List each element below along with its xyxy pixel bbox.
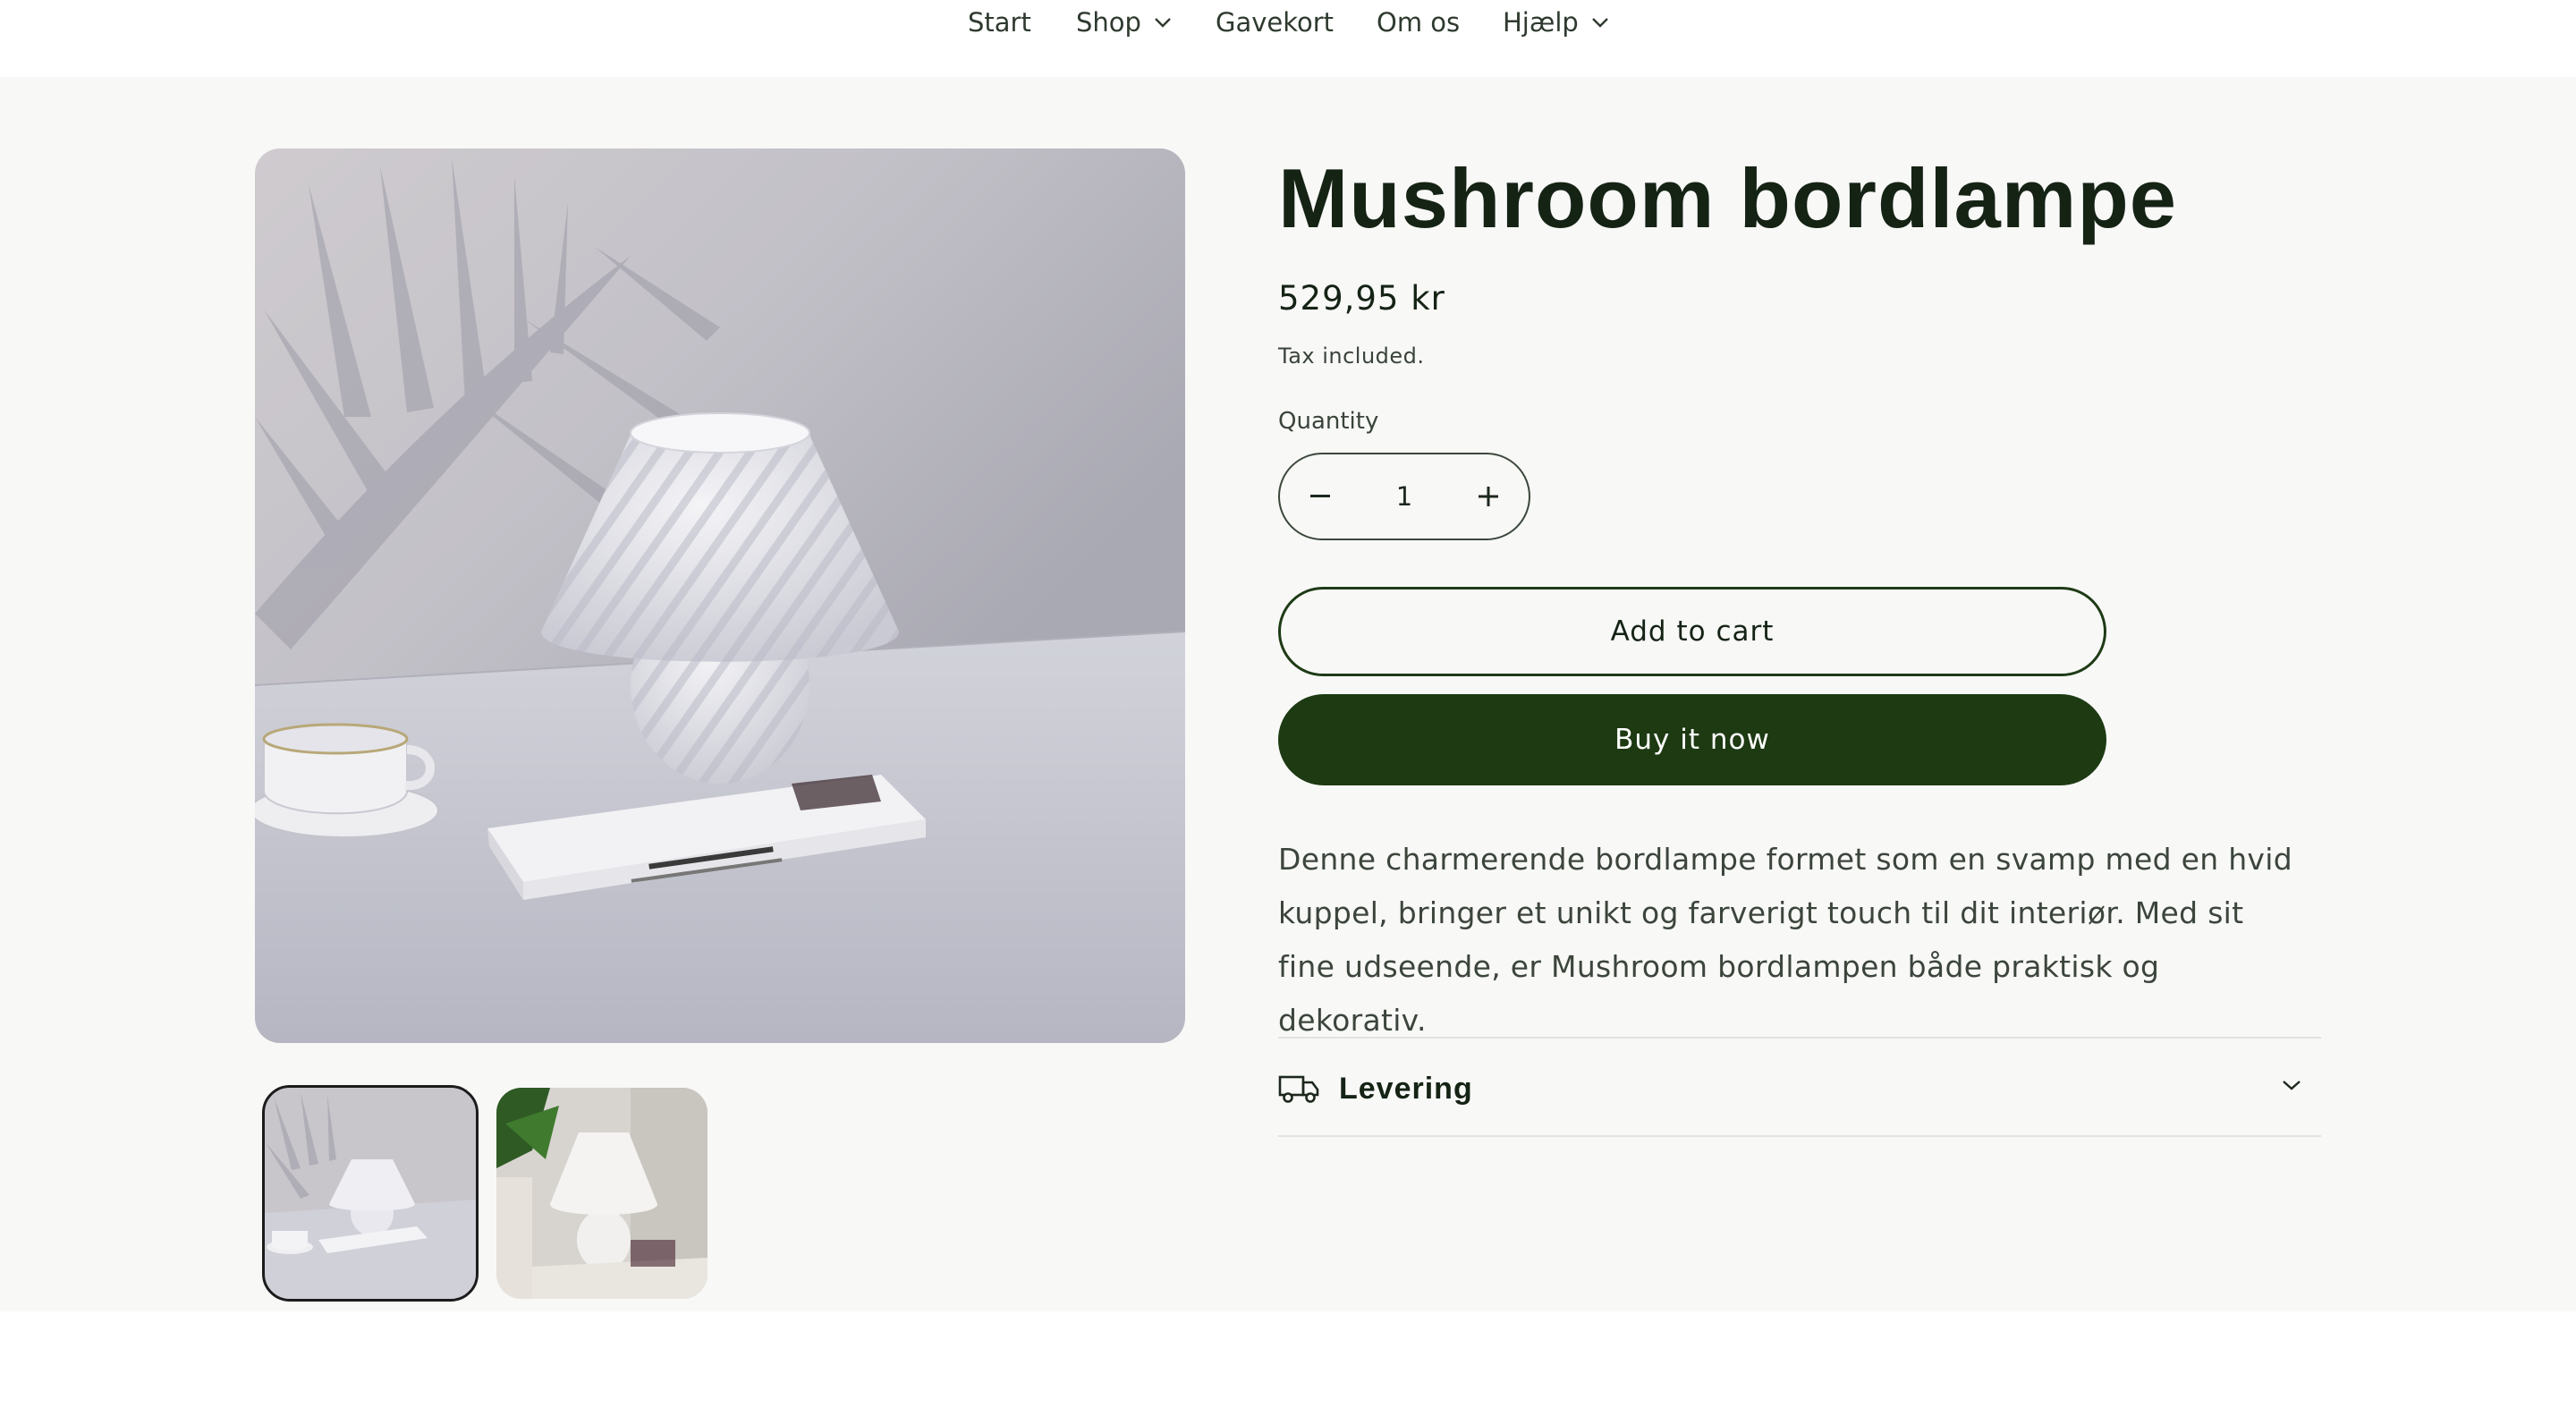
plus-icon <box>1479 487 1498 506</box>
quantity-stepper <box>1278 453 1530 540</box>
buy-now-button[interactable]: Buy it now <box>1278 694 2106 785</box>
nav-om-os-label: Om os <box>1377 7 1461 38</box>
header-nav: Start Shop Gavekort Om os Hjælp <box>0 0 2576 77</box>
chevron-down-icon <box>1155 18 1171 28</box>
accordion-levering[interactable]: Levering <box>1278 1039 2321 1138</box>
chevron-down-icon <box>1591 18 1608 28</box>
nav-om-os[interactable]: Om os <box>1377 2 1460 43</box>
add-to-cart-button[interactable]: Add to cart <box>1278 587 2106 676</box>
divider <box>1278 1037 2321 1039</box>
nav-gavekort[interactable]: Gavekort <box>1216 2 1334 43</box>
product-description: Denne charmerende bordlampe formet som e… <box>1278 842 2292 1038</box>
mushroom-lamp-thumbnail-2 <box>496 1088 708 1299</box>
nav-hjaelp[interactable]: Hjælp <box>1503 2 1609 43</box>
nav-shop[interactable]: Shop <box>1076 2 1172 43</box>
nav-start[interactable]: Start <box>968 2 1031 43</box>
mushroom-lamp-thumbnail-1 <box>265 1088 476 1299</box>
divider <box>1278 1135 2321 1137</box>
quantity-input[interactable] <box>1367 480 1442 513</box>
nav-hjaelp-label: Hjælp <box>1503 7 1579 38</box>
product-main-image[interactable] <box>255 148 1185 1043</box>
product-section: Mushroom bordlampe 529,95 kr Tax include… <box>0 77 2576 1311</box>
chevron-down-icon <box>2283 1081 2301 1090</box>
nav-start-label: Start <box>968 7 1031 38</box>
mushroom-lamp-photo <box>255 148 1185 1043</box>
minus-icon <box>1310 495 1330 497</box>
quantity-increase-button[interactable] <box>1448 454 1529 539</box>
quantity-label: Quantity <box>1278 408 1379 435</box>
product-title: Mushroom bordlampe <box>1278 151 2178 245</box>
product-price: 529,95 kr <box>1278 279 1445 318</box>
nav-shop-label: Shop <box>1076 7 1141 38</box>
truck-icon <box>1278 1075 1319 1103</box>
tax-note: Tax included. <box>1278 344 1425 369</box>
accordion-levering-title: Levering <box>1339 1071 1473 1106</box>
quantity-decrease-button[interactable] <box>1280 454 1360 539</box>
nav-gavekort-label: Gavekort <box>1216 7 1335 38</box>
thumbnail-1[interactable] <box>262 1085 479 1302</box>
thumbnail-2[interactable] <box>496 1088 708 1299</box>
